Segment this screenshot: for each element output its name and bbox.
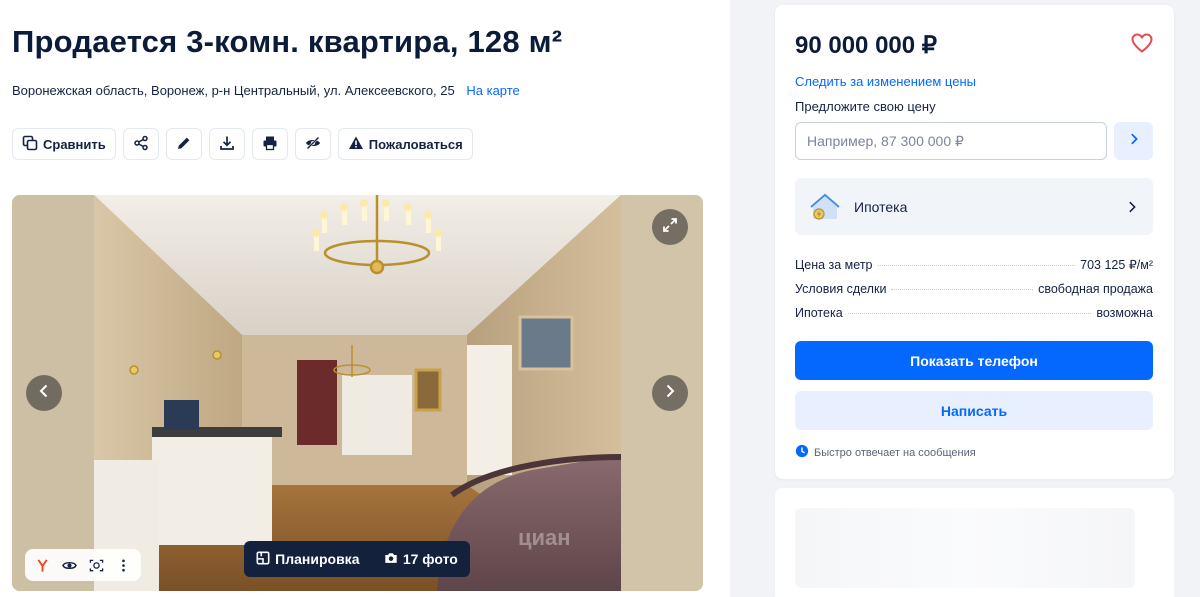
price: 90 000 000 ₽: [795, 32, 938, 59]
share-button[interactable]: [122, 128, 159, 160]
loading-placeholder: [795, 508, 1135, 588]
facts-list: Цена за метр 703 125 ₽/м² Условия сделки…: [795, 257, 1153, 331]
mortgage-row[interactable]: Ипотека: [795, 178, 1153, 235]
previous-photo-button[interactable]: [26, 375, 62, 411]
fast-reply-text: Быстро отвечает на сообщения: [814, 446, 976, 459]
secondary-card: [775, 488, 1174, 597]
compare-label: Сравнить: [43, 136, 106, 152]
apartment-photo: [12, 195, 703, 591]
write-message-button[interactable]: Написать: [795, 391, 1153, 430]
fact-label: Условия сделки: [795, 281, 887, 296]
fast-reply-note: Быстро отвечает на сообщения: [795, 444, 976, 461]
warning-icon: [348, 135, 364, 154]
eye-icon[interactable]: [58, 553, 82, 577]
yandex-search-icon[interactable]: [31, 553, 55, 577]
expand-icon: [662, 217, 678, 238]
house-icon: [809, 191, 841, 223]
mortgage-label: Ипотека: [854, 198, 908, 215]
layout-button[interactable]: Планировка: [256, 551, 359, 568]
floor-plan-icon: [256, 551, 270, 568]
offer-price-input[interactable]: [795, 122, 1107, 160]
photos-count: 17 фото: [402, 551, 458, 567]
page-title: Продается 3-комн. квартира, 128 м²: [12, 24, 563, 59]
clock-icon: [795, 444, 809, 461]
more-options-icon[interactable]: [112, 553, 136, 577]
offer-submit-button[interactable]: [1114, 122, 1153, 160]
camera-icon: [384, 551, 398, 568]
chevron-right-icon: [1127, 132, 1141, 151]
photo-gallery[interactable]: циан Планировка 17 фото: [12, 195, 703, 591]
fact-row: Цена за метр 703 125 ₽/м²: [795, 257, 1153, 282]
gallery-tools: [25, 549, 141, 581]
download-button[interactable]: [208, 128, 245, 160]
address-text: Воронежская область, Воронеж, р-н Центра…: [12, 83, 455, 98]
complain-label: Пожаловаться: [368, 136, 463, 152]
next-photo-button[interactable]: [652, 375, 688, 411]
chevron-left-icon: [36, 383, 52, 404]
compare-button[interactable]: Сравнить: [12, 128, 116, 160]
fact-row: Условия сделки свободная продажа: [795, 282, 1153, 307]
edit-button[interactable]: [165, 128, 202, 160]
show-phone-button[interactable]: Показать телефон: [795, 341, 1153, 380]
favorite-heart-icon[interactable]: [1130, 31, 1154, 55]
follow-price-link[interactable]: Следить за изменением цены: [795, 74, 976, 89]
edit-icon: [176, 135, 192, 154]
offer-label: Предложите свою цену: [795, 99, 936, 114]
layout-label: Планировка: [275, 551, 360, 567]
fact-label: Цена за метр: [795, 258, 873, 272]
print-icon: [262, 135, 278, 154]
address: Воронежская область, Воронеж, р-н Центра…: [12, 83, 520, 98]
chevron-right-icon: [662, 383, 678, 404]
price-card: 90 000 000 ₽ Следить за изменением цены …: [775, 5, 1174, 479]
dotted-leader: [877, 265, 1076, 266]
dotted-leader: [847, 313, 1092, 314]
gallery-bar: Планировка 17 фото: [244, 541, 470, 577]
fact-label: Ипотека: [795, 306, 843, 320]
chevron-right-icon: [1125, 200, 1139, 214]
share-icon: [133, 135, 149, 154]
hide-icon: [305, 135, 321, 154]
download-icon: [219, 135, 235, 154]
fact-row: Ипотека возможна: [795, 306, 1153, 331]
dotted-leader: [891, 288, 1034, 290]
image-search-icon[interactable]: [85, 553, 109, 577]
action-toolbar: Сравнить Пожаловаться: [12, 128, 473, 160]
map-link[interactable]: На карте: [466, 83, 519, 98]
watermark: циан: [518, 525, 571, 550]
hide-button[interactable]: [294, 128, 331, 160]
compare-icon: [22, 135, 38, 154]
listing-main: Продается 3-комн. квартира, 128 м² Ворон…: [0, 0, 730, 597]
photos-button[interactable]: 17 фото: [384, 551, 458, 568]
complain-button[interactable]: Пожаловаться: [337, 128, 473, 160]
fact-value: свободная продажа: [1038, 281, 1153, 296]
fullscreen-button[interactable]: [652, 209, 688, 245]
fact-value: возможна: [1096, 306, 1153, 320]
print-button[interactable]: [251, 128, 288, 160]
fact-value: 703 125 ₽/м²: [1080, 258, 1153, 272]
